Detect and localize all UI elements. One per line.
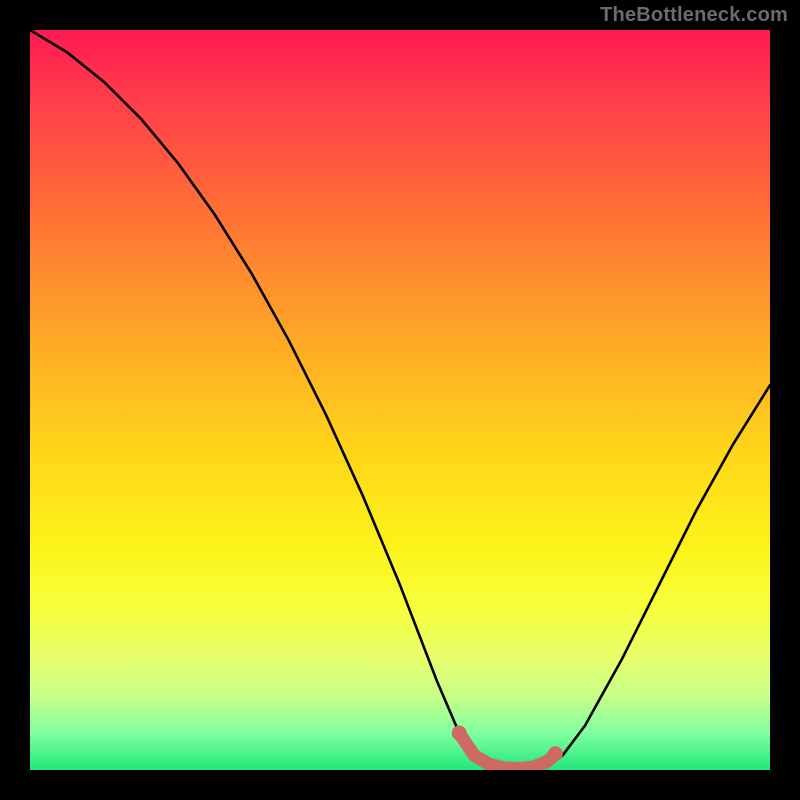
plot-area [30,30,770,770]
watermark-text: TheBottleneck.com [600,4,788,27]
optimal-range-end-dot [548,746,563,761]
chart-canvas: TheBottleneck.com [0,0,800,800]
optimal-range-start-dot [452,726,467,741]
bottleneck-curve [30,30,770,770]
bottleneck-curve-svg [30,30,770,770]
optimal-range-marker [459,733,555,769]
